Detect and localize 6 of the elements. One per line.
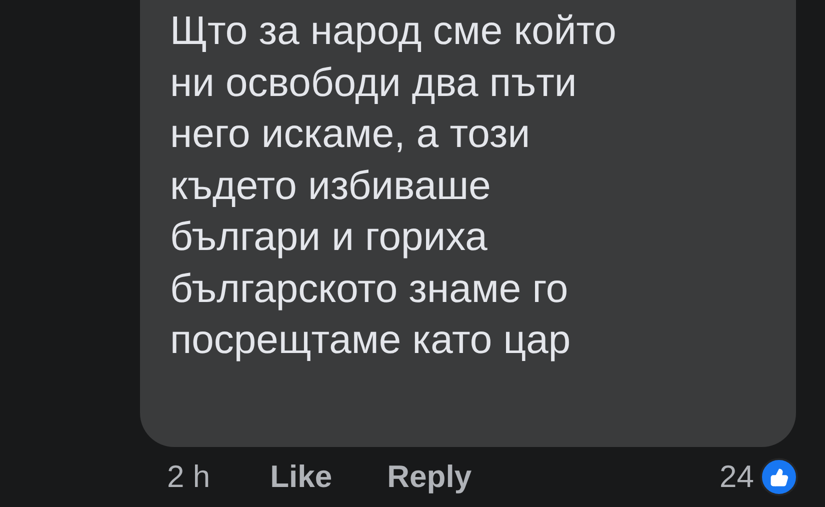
comment-text: Щто за народ сме който ни освободи два пъти него искаме, а този където избиваше българи и гориха българското знаме го посрещтаме като цар — [170, 8, 618, 364]
reply-link[interactable]: Reply — [387, 459, 472, 495]
timestamp: 2 h — [167, 459, 210, 495]
thumbs-up-icon — [760, 458, 798, 496]
like-link[interactable]: Like — [270, 459, 332, 495]
reaction-count: 24 — [720, 459, 754, 495]
